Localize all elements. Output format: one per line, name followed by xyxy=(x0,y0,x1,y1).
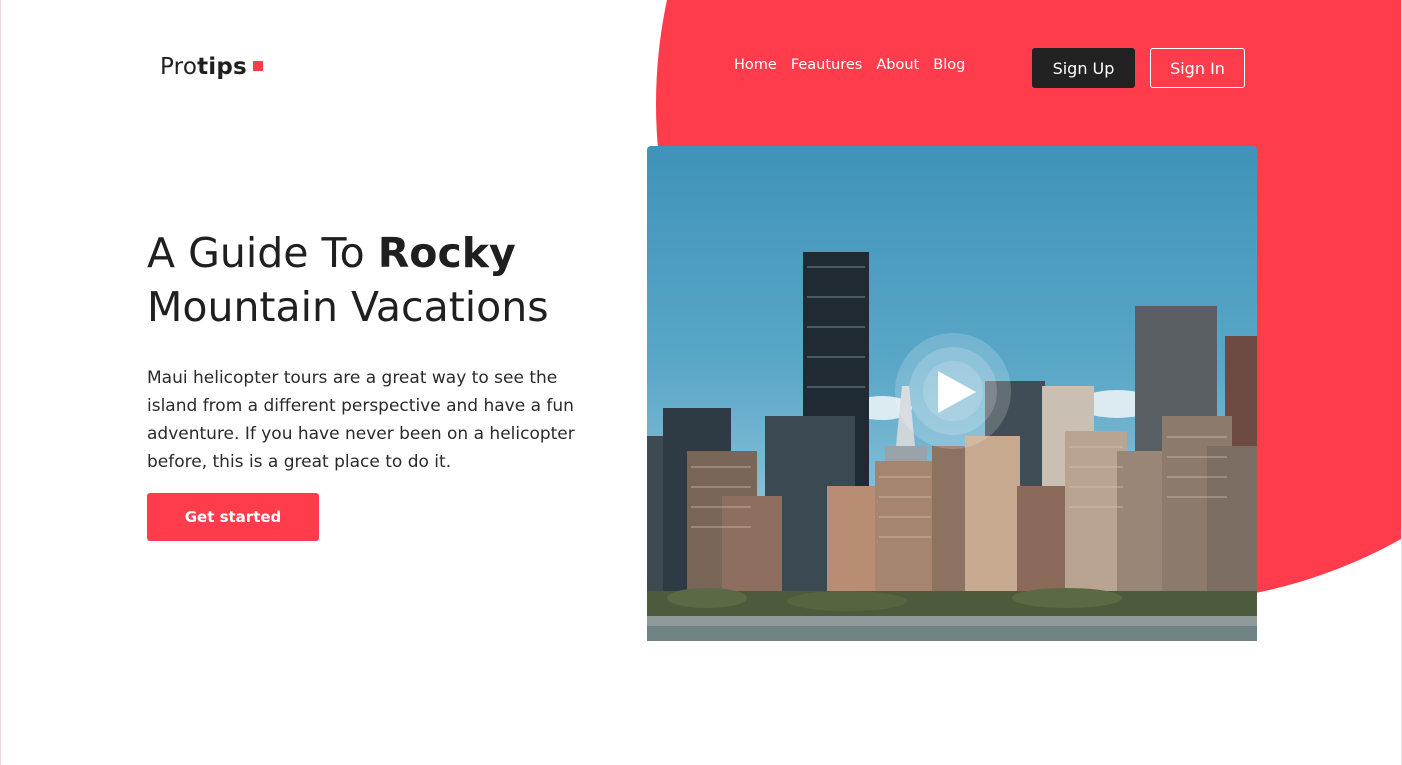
hero-headline: A Guide To Rocky Mountain Vacations xyxy=(147,226,617,334)
headline-post: Mountain Vacations xyxy=(147,283,549,331)
landing-page: Pro tips Home Feautures About Blog Sign U… xyxy=(0,0,1402,765)
play-button[interactable] xyxy=(895,333,1011,449)
hero-description: Maui helicopter tours are a great way to… xyxy=(147,368,575,472)
logo-bold-text: tips xyxy=(197,54,247,80)
headline-pre: A Guide To xyxy=(147,229,378,277)
sign-up-button[interactable]: Sign Up xyxy=(1032,48,1135,88)
nav-about[interactable]: About xyxy=(876,57,919,73)
play-icon xyxy=(938,371,976,413)
sign-in-button[interactable]: Sign In xyxy=(1150,48,1245,88)
logo-light-text: Pro xyxy=(160,54,198,80)
main-nav: Home Feautures About Blog xyxy=(734,57,965,73)
logo-square-icon xyxy=(252,61,263,71)
get-started-button[interactable]: Get started xyxy=(147,493,319,541)
headline-bold: Rocky xyxy=(377,229,516,277)
nav-blog[interactable]: Blog xyxy=(933,57,965,73)
nav-features[interactable]: Feautures xyxy=(791,57,863,73)
logo[interactable]: Pro tips xyxy=(160,54,263,80)
nav-home[interactable]: Home xyxy=(734,57,777,73)
